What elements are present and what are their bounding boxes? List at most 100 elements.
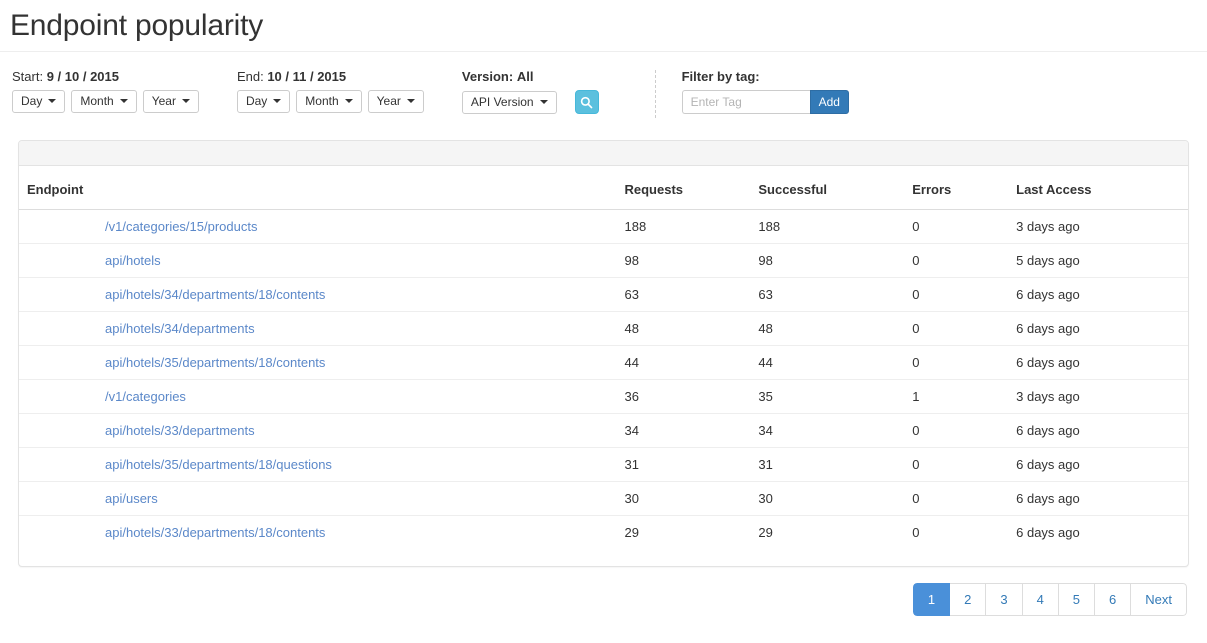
tag-filter-group: Filter by tag: Add <box>681 70 849 114</box>
pagination-page-6[interactable]: 6 <box>1095 583 1132 616</box>
cell-requests: 63 <box>616 277 751 312</box>
column-header-successful[interactable]: Successful <box>750 166 905 210</box>
table-row: /v1/categories/15/products 188 188 0 3 days … <box>19 210 1188 244</box>
endpoint-link[interactable]: api/users <box>105 491 158 506</box>
cell-requests: 98 <box>616 243 751 278</box>
cell-last-access: 6 days ago <box>1008 481 1188 516</box>
cell-successful: 188 <box>758 219 781 234</box>
cell-errors: 1 <box>904 379 1009 414</box>
endpoint-cell-inner: api/hotels/33/departments/18/contents <box>27 525 608 540</box>
tag-input-group: Add <box>681 90 849 114</box>
cell-errors: 0 <box>904 447 1009 482</box>
chevron-down-icon <box>48 99 57 103</box>
cell-endpoint: api/hotels/34/departments/18/contents <box>19 277 617 312</box>
start-day-label: Day <box>21 94 43 108</box>
pagination-page-1[interactable]: 1 <box>912 583 951 616</box>
cell-errors: 0 <box>904 413 1009 448</box>
table-head: Endpoint Requests Successful Errors Last… <box>19 166 1188 210</box>
end-date-group: End: 10 / 11 / 2015 Day Month Year <box>236 70 424 113</box>
end-year-dropdown[interactable]: Year <box>367 90 424 113</box>
cell-errors: 0 <box>904 515 1009 549</box>
table-row: api/users 30 30 0 6 days ago <box>19 481 1188 516</box>
cell-errors: 0 <box>904 481 1009 516</box>
column-header-endpoint[interactable]: Endpoint <box>19 166 617 210</box>
pagination-page-2[interactable]: 2 <box>950 583 987 616</box>
endpoint-cell-inner: /v1/categories <box>27 389 608 404</box>
endpoint-link[interactable]: api/hotels <box>105 253 161 268</box>
table-row: api/hotels/33/departments 34 34 0 6 days ago <box>19 413 1188 448</box>
endpoint-link[interactable]: /v1/categories/15/products <box>105 219 257 234</box>
cell-successful: 34 <box>750 413 905 448</box>
tag-input[interactable] <box>681 90 810 114</box>
search-button[interactable] <box>574 90 599 114</box>
cell-endpoint: api/hotels <box>19 243 617 278</box>
table-row: api/hotels 98 98 0 5 days ago <box>19 243 1188 278</box>
cell-last-access: 6 days ago <box>1008 277 1188 312</box>
cell-requests: 31 <box>616 447 751 482</box>
endpoint-link[interactable]: api/hotels/33/departments <box>105 423 255 438</box>
cell-endpoint: api/hotels/35/departments/18/contents <box>19 345 617 380</box>
api-version-dropdown[interactable]: API Version <box>461 90 557 114</box>
end-day-dropdown[interactable]: Day <box>236 90 291 113</box>
cell-endpoint: /v1/categories/15/products <box>19 210 616 244</box>
cell-last-access: 6 days ago <box>1008 515 1188 549</box>
cell-last-access: 6 days ago <box>1008 413 1188 448</box>
tag-filter-label: Filter by tag: <box>682 70 849 84</box>
table-row: api/hotels/34/departments/18/contents 63 6… <box>19 277 1188 312</box>
pagination: 1 2 3 4 5 6 Next <box>912 583 1187 616</box>
pagination-page-5[interactable]: 5 <box>1058 583 1096 616</box>
chevron-down-icon <box>181 99 190 103</box>
version-label: Version: All <box>462 70 599 84</box>
end-month-dropdown[interactable]: Month <box>296 90 362 113</box>
version-group: Version: All API Version <box>461 70 599 114</box>
endpoint-link[interactable]: api/hotels/34/departments <box>105 321 255 336</box>
cell-endpoint: api/hotels/33/departments/18/contents <box>19 515 617 549</box>
cell-successful: 30 <box>750 481 905 516</box>
cell-requests: 29 <box>616 515 751 549</box>
endpoint-link[interactable]: api/hotels/33/departments/18/contents <box>105 525 325 540</box>
start-date-group: Start: 9 / 10 / 2015 Day Month Year <box>12 70 199 113</box>
end-month-label: Month <box>305 94 339 108</box>
table-body: /v1/categories/15/products 188 188 0 3 days … <box>19 210 1188 549</box>
cell-successful: 48 <box>750 311 905 346</box>
endpoint-link[interactable]: api/hotels/35/departments/18/contents <box>105 355 325 370</box>
table-row: /v1/categories 36 35 1 3 days ago <box>19 379 1188 414</box>
start-month-dropdown[interactable]: Month <box>71 90 137 113</box>
column-header-last-access[interactable]: Last Access <box>1008 166 1188 210</box>
start-year-dropdown[interactable]: Year <box>142 90 199 113</box>
column-header-requests[interactable]: Requests <box>616 166 751 210</box>
endpoint-link[interactable]: api/hotels/34/departments/18/contents <box>105 287 325 302</box>
start-day-dropdown[interactable]: Day <box>12 90 66 113</box>
version-prefix: Version: <box>461 69 514 84</box>
pagination-next[interactable]: Next <box>1131 583 1187 616</box>
page-header: Endpoint popularity <box>0 0 1207 52</box>
cell-successful: 31 <box>750 447 905 482</box>
endpoint-link[interactable]: api/hotels/35/departments/18/questions <box>105 457 332 472</box>
cell-successful: 63 <box>750 277 905 312</box>
cell-last-access: 6 days ago <box>1008 447 1188 482</box>
endpoint-table-panel: Endpoint Requests Successful Errors Last… <box>18 140 1189 567</box>
chevron-down-icon <box>344 99 353 103</box>
start-date-prefix: Start: <box>12 69 44 84</box>
start-year-label: Year <box>151 94 176 108</box>
add-tag-button[interactable]: Add <box>809 90 849 114</box>
endpoint-link[interactable]: /v1/categories <box>105 389 186 404</box>
endpoint-cell-inner: api/hotels/35/departments/18/contents <box>27 355 608 370</box>
endpoint-cell-inner: api/hotels <box>27 253 608 268</box>
cell-endpoint: /v1/categories <box>19 379 617 414</box>
toolbar-divider <box>654 70 656 118</box>
cell-successful: 29 <box>750 515 905 549</box>
cell-errors: 0 <box>904 311 1009 346</box>
start-date-value: 9 / 10 / 2015 <box>46 69 119 84</box>
pagination-page-4[interactable]: 4 <box>1022 583 1059 616</box>
pagination-page-3[interactable]: 3 <box>986 583 1023 616</box>
cell-successful: 44 <box>750 345 905 380</box>
cell-requests: 44 <box>616 345 751 380</box>
cell-requests: 30 <box>616 481 751 516</box>
table-row: api/hotels/34/departments 48 48 0 6 days ago <box>19 311 1188 346</box>
cell-errors: 0 <box>904 345 1009 380</box>
chevron-down-icon <box>406 99 415 103</box>
column-header-errors[interactable]: Errors <box>904 166 1009 210</box>
chevron-down-icon <box>539 99 548 104</box>
cell-successful: 98 <box>750 243 905 278</box>
